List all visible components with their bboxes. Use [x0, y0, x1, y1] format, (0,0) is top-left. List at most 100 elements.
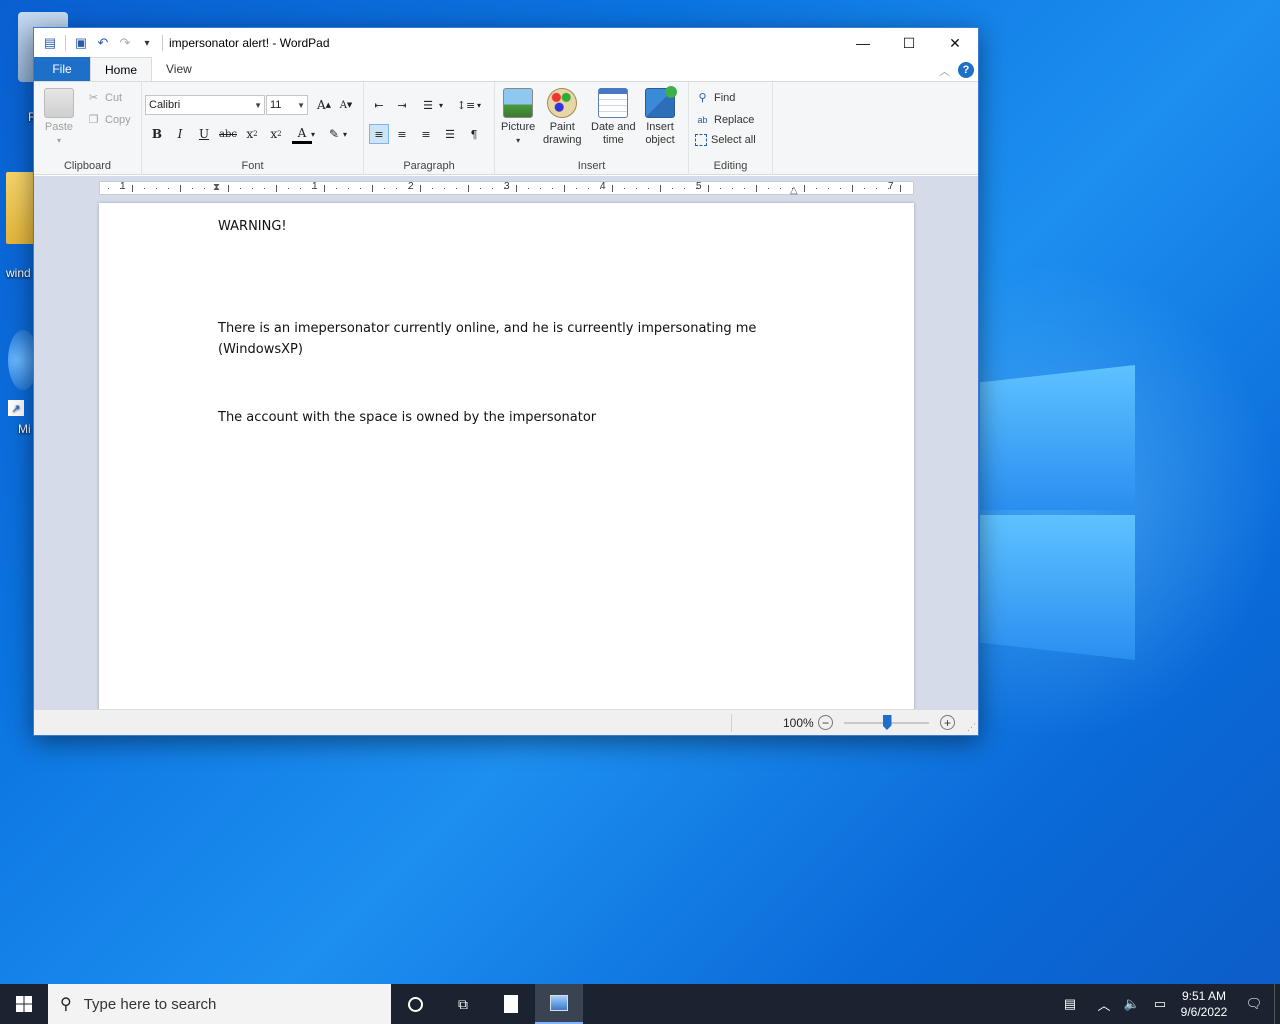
strikethrough-button[interactable]: abc [218, 124, 238, 144]
minimize-button[interactable]: — [840, 28, 886, 58]
bold-button[interactable]: B [147, 124, 167, 144]
document-page[interactable]: WARNING! There is an imepersonator curre… [99, 203, 914, 711]
highlight-dropdown-icon[interactable]: ▾ [340, 124, 350, 144]
superscript-button[interactable]: x2 [266, 124, 286, 144]
desktop-icon-folder[interactable]: wind [6, 172, 36, 280]
underline-button[interactable]: U [194, 124, 214, 144]
paragraph-settings-icon[interactable]: ¶ [464, 124, 484, 144]
maximize-button[interactable]: ☐ [886, 28, 932, 58]
grow-font-button[interactable]: A ▲ [314, 95, 334, 115]
taskbar-notepad-button[interactable] [487, 984, 535, 1024]
bullets-icon[interactable]: ☰ [418, 95, 438, 115]
paste-icon [44, 88, 74, 118]
ruler-tick [564, 185, 565, 192]
redo-icon[interactable]: ↷ [114, 32, 136, 54]
news-widget-icon[interactable]: ▤ [1050, 984, 1090, 1024]
zoom-in-icon[interactable]: + [940, 715, 955, 730]
find-button[interactable]: ⚲ Find [695, 90, 735, 105]
clock[interactable]: 9:51 AM 9/6/2022 [1174, 988, 1234, 1020]
start-button[interactable] [0, 984, 48, 1024]
ruler-dot [576, 188, 577, 189]
subscript-button[interactable]: x2 [242, 124, 262, 144]
ruler-number: 1 [312, 181, 318, 192]
desktop-icon-label: Mi [18, 422, 31, 436]
show-desktop-button[interactable] [1274, 984, 1280, 1024]
ruler-tick [852, 185, 853, 192]
paste-button[interactable]: Paste ▾ [44, 88, 74, 147]
ruler-dot [528, 188, 529, 189]
undo-icon[interactable]: ↶ [92, 32, 114, 54]
ruler-dot [504, 188, 505, 189]
align-left-icon[interactable]: ≡ [369, 124, 389, 144]
document-paragraph-line[interactable]: The account with the space is owned by t… [218, 407, 778, 428]
ruler-tick [900, 185, 901, 192]
taskbar-wordpad-button[interactable] [535, 984, 583, 1024]
cortana-circle-icon [407, 996, 423, 1012]
paint-drawing-button[interactable]: Paint drawing [543, 88, 582, 147]
ruler[interactable]: 1 1 2 3 4 5 7 ⧗ △ [99, 181, 914, 196]
document-line-warning[interactable]: WARNING! [218, 216, 778, 237]
notifications-icon[interactable]: 🗨 [1234, 984, 1274, 1024]
italic-button[interactable]: I [170, 124, 190, 144]
ruler-dot [384, 188, 385, 189]
insert-picture-button[interactable]: Picture ▾ [501, 88, 535, 147]
ruler-dot [552, 188, 553, 189]
tab-view[interactable]: View [152, 57, 206, 81]
network-icon[interactable]: ▭ [1146, 984, 1174, 1024]
cortana-button[interactable] [391, 984, 439, 1024]
title-bar[interactable]: ▤ ▣ ↶ ↷ ▾ impersonator alert! - WordPad … [34, 28, 978, 58]
ruler-dot [204, 188, 205, 189]
increase-indent-icon[interactable]: ⇥ [392, 95, 412, 115]
bullets-dropdown-icon[interactable]: ▾ [436, 95, 446, 115]
resize-grip-icon[interactable]: ⋰ [967, 722, 976, 733]
tab-home[interactable]: Home [90, 57, 153, 81]
document-icon [504, 995, 518, 1013]
ruler-dot [456, 188, 457, 189]
search-icon: ⚲ [60, 996, 72, 1013]
shortcut-arrow-icon: ↗ [8, 400, 24, 416]
help-icon[interactable]: ? [958, 62, 974, 78]
document-paragraph-line[interactable]: There is an imepersonator currently onli… [218, 318, 778, 339]
zoom-slider-thumb[interactable] [882, 715, 892, 730]
ribbon-tabs: File Home View ︿ ? [34, 57, 978, 82]
palette-icon [547, 88, 578, 118]
cut-button[interactable]: ✂ Cut [86, 90, 122, 105]
wordpad-app-icon[interactable]: ▤ [39, 32, 61, 54]
right-indent-marker[interactable]: △ [790, 185, 798, 196]
font-family-select[interactable]: Calibri ▼ [145, 95, 265, 115]
clock-date: 9/6/2022 [1180, 1005, 1228, 1019]
document-paragraph-line[interactable]: (WindowsXP) [218, 339, 778, 360]
volume-muted-icon[interactable]: 🔈 [1118, 984, 1146, 1024]
taskbar-search-box[interactable]: ⚲ Type here to search [48, 984, 391, 1024]
document-area: 1 1 2 3 4 5 7 ⧗ △ WARNING! There is an i… [34, 176, 978, 711]
insert-object-button[interactable]: Insert object [645, 86, 677, 147]
ruler-number: 2 [408, 181, 414, 192]
system-tray: ▤ ︿ 🔈 ▭ 9:51 AM 9/6/2022 🗨 [1050, 984, 1280, 1024]
line-spacing-dropdown-icon[interactable]: ▾ [474, 95, 484, 115]
paragraph-group: ⇤ ⇥ ☰ ▾ ↕≡ ▾ ≡ ≡ ≡ ☰ ¶ Paragraph [364, 82, 495, 175]
select-all-button[interactable]: Select all [695, 134, 756, 146]
zoom-out-icon[interactable]: − [818, 715, 833, 730]
tab-file[interactable]: File [34, 57, 90, 81]
close-button[interactable]: ✕ [932, 28, 978, 58]
show-hidden-icons-chevron-icon[interactable]: ︿ [1090, 984, 1118, 1024]
object-label-line1: Insert [646, 121, 674, 133]
task-view-button[interactable]: ⧉ [439, 984, 487, 1024]
copy-button[interactable]: ❐ Copy [86, 112, 131, 127]
customize-toolbar-icon[interactable]: ▾ [136, 32, 158, 54]
save-icon[interactable]: ▣ [70, 32, 92, 54]
decrease-indent-icon[interactable]: ⇤ [369, 95, 389, 115]
align-right-icon[interactable]: ≡ [416, 124, 436, 144]
ruler-tick [708, 185, 709, 192]
shrink-font-button[interactable]: A ▼ [336, 95, 356, 115]
collapse-ribbon-icon[interactable]: ︿ [939, 63, 950, 79]
date-time-button[interactable]: Date and time [591, 88, 636, 147]
paste-label: Paste [44, 121, 74, 133]
ruler-dot [828, 188, 829, 189]
font-size-select[interactable]: 11 ▼ [266, 95, 308, 115]
justify-icon[interactable]: ☰ [440, 124, 460, 144]
line-spacing-icon[interactable]: ↕≡ [456, 95, 476, 115]
replace-button[interactable]: ab Replace [695, 112, 754, 127]
align-center-icon[interactable]: ≡ [392, 124, 412, 144]
font-color-dropdown-icon[interactable]: ▾ [308, 124, 318, 144]
